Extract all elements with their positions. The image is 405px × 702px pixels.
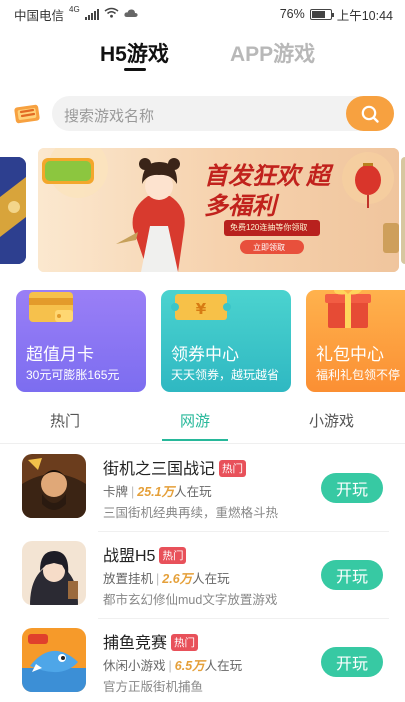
row-divider — [98, 531, 389, 532]
game-row[interactable]: 街机之三国战记 热门 卡牌 | 25.1万人在玩 三国街机经典再续，重燃格斗热 开玩 — [0, 446, 405, 532]
monthly-card-tile[interactable]: 超值月卡 30元可膨胀165元 — [16, 290, 146, 392]
tab-hot[interactable]: 热门 — [50, 410, 80, 431]
meta-divider: | — [156, 572, 160, 586]
search-row: 搜索游戏名称 — [0, 96, 405, 132]
coupon-center-tile[interactable]: ¥ 领券中心 天天领券，越玩越省 — [161, 290, 291, 392]
top-tabs: H5游戏 APP游戏 — [0, 36, 405, 76]
player-count: 6.5万 — [174, 659, 205, 673]
tab-mini-games[interactable]: 小游戏 — [309, 410, 354, 431]
card-title: 领券中心 — [171, 345, 239, 364]
category-tabs: 热门 网游 小游戏 — [0, 400, 405, 444]
player-count-suffix: 人在玩 — [192, 572, 230, 586]
cloud-icon — [124, 7, 138, 21]
hot-badge: 热门 — [171, 634, 199, 651]
active-tab-indicator — [124, 68, 146, 71]
game-meta: 放置挂机 | 2.6万人在玩 — [103, 568, 230, 587]
game-description: 都市玄幻修仙mud文字放置游戏 — [103, 593, 278, 607]
previous-banner-thumb[interactable] — [0, 157, 26, 264]
search-icon — [361, 105, 379, 123]
player-count: 2.6万 — [162, 572, 193, 586]
signal-icon — [84, 8, 99, 20]
hot-badge: 热门 — [219, 460, 247, 477]
card-title: 礼包中心 — [316, 345, 384, 364]
feature-cards: 超值月卡 30元可膨胀165元 ¥ 领券中心 天天领券，越玩越省 礼包中心 福利… — [0, 288, 405, 393]
carrier-label: 中国电信 — [14, 8, 65, 23]
game-category: 休闲小游戏 — [103, 659, 166, 673]
play-button[interactable]: 开玩 — [321, 647, 383, 677]
tab-h5-games[interactable]: H5游戏 — [100, 38, 169, 68]
game-name: 街机之三国战记 — [103, 461, 216, 478]
wifi-icon — [104, 7, 119, 21]
hot-badge: 热门 — [159, 547, 187, 564]
network-type: 4G — [69, 4, 80, 14]
card-title: 超值月卡 — [26, 345, 94, 364]
game-title: 街机之三国战记 热门 — [103, 455, 247, 479]
card-subtitle: 30元可膨胀165元 — [26, 368, 120, 382]
promo-banner[interactable]: 首发狂欢 超多福利 免费120连抽等你领取 立即领取 — [38, 148, 399, 272]
gift-center-tile[interactable]: 礼包中心 福利礼包领不停 — [306, 290, 405, 392]
game-title: 捕鱼竞赛 热门 — [103, 629, 199, 653]
tab-app-games[interactable]: APP游戏 — [230, 38, 315, 68]
play-button[interactable]: 开玩 — [321, 560, 383, 590]
game-title: 战盟H5 热门 — [103, 542, 187, 566]
game-category: 卡牌 — [103, 485, 129, 499]
battery-percent: 76% — [279, 7, 305, 21]
game-name: 战盟H5 — [103, 548, 156, 565]
coupon-ticket-icon: ¥ — [171, 294, 231, 320]
gift-box-icon — [325, 290, 371, 328]
search-bar[interactable]: 搜索游戏名称 — [52, 96, 394, 131]
meta-divider: | — [168, 659, 172, 673]
game-meta: 卡牌 | 25.1万人在玩 — [103, 481, 212, 500]
tab-online-games[interactable]: 网游 — [180, 410, 210, 431]
game-icon[interactable] — [22, 454, 86, 518]
game-description: 三国街机经典再续，重燃格斗热 — [103, 506, 279, 520]
banner-headline: 首发狂欢 超多福利 — [204, 164, 330, 220]
next-banner-thumb[interactable] — [401, 157, 405, 264]
play-button[interactable]: 开玩 — [321, 473, 383, 503]
game-description: 官方正版街机捕鱼 — [103, 680, 204, 694]
active-category-indicator — [162, 439, 228, 441]
search-input[interactable]: 搜索游戏名称 — [64, 105, 154, 126]
search-button[interactable] — [346, 96, 394, 131]
game-meta: 休闲小游戏 | 6.5万人在玩 — [103, 655, 242, 674]
banner-cta[interactable]: 立即领取 — [253, 242, 285, 253]
game-row[interactable]: 战盟H5 热门 放置挂机 | 2.6万人在玩 都市玄幻修仙mud文字放置游戏 开玩 — [0, 533, 405, 619]
game-name: 捕鱼竞赛 — [103, 635, 168, 652]
game-icon[interactable] — [22, 628, 86, 692]
player-count: 25.1万 — [137, 485, 175, 499]
svg-text:¥: ¥ — [196, 300, 207, 318]
game-row[interactable]: 捕鱼竞赛 热门 休闲小游戏 | 6.5万人在玩 官方正版街机捕鱼 开玩 — [0, 620, 405, 702]
status-bar: 中国电信 4G 76% 上午10:44 — [0, 0, 405, 28]
banner-carousel[interactable]: 首发狂欢 超多福利 免费120连抽等你领取 立即领取 — [0, 148, 405, 273]
gift-logo-icon[interactable] — [12, 100, 42, 126]
card-subtitle: 福利礼包领不停 — [316, 368, 401, 382]
card-subtitle: 天天领券，越玩越省 — [171, 368, 280, 382]
player-count-suffix: 人在玩 — [204, 659, 243, 673]
game-icon[interactable] — [22, 541, 86, 605]
battery-icon — [309, 8, 334, 20]
player-count-suffix: 人在玩 — [174, 485, 212, 499]
card-wallet-icon — [29, 292, 73, 322]
banner-caption: 免费120连抽等你领取 — [230, 223, 308, 232]
meta-divider: | — [131, 485, 135, 499]
game-category: 放置挂机 — [103, 572, 154, 586]
row-divider — [98, 618, 389, 619]
clock: 上午10:44 — [336, 8, 393, 23]
